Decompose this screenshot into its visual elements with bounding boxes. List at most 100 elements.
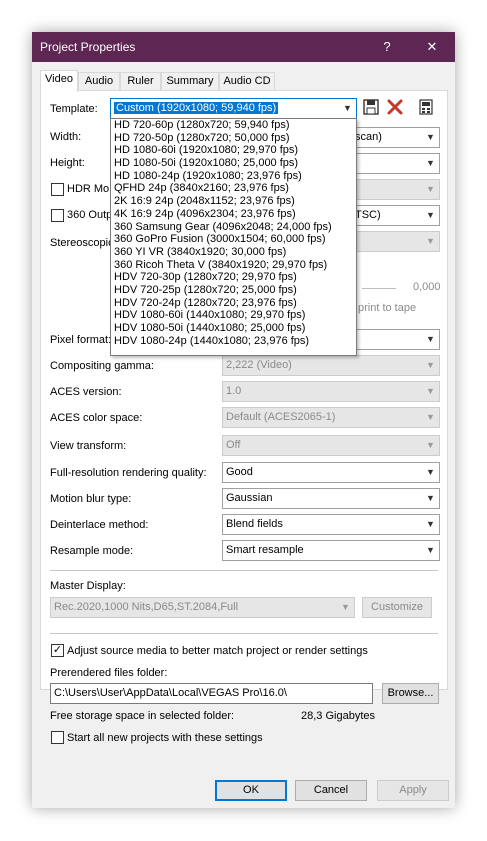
chevron-down-icon: ▼ <box>426 545 435 555</box>
pixel-format-combo[interactable]: ▼ <box>352 329 440 350</box>
template-option[interactable]: 360 Ricoh Theta V (3840x1920; 29,970 fps… <box>111 259 356 272</box>
compositing-gamma-value: 2,222 (Video) <box>226 359 292 371</box>
aces-version-label: ACES version: <box>50 386 122 398</box>
template-option[interactable]: HD 1080-60i (1920x1080; 29,970 fps) <box>111 144 356 157</box>
tab-summary[interactable]: Summary <box>161 72 219 91</box>
help-button[interactable]: ? <box>364 32 410 62</box>
view-transform-label: View transform: <box>50 440 127 452</box>
view-transform-value: Off <box>226 439 241 451</box>
crosstalk-slider-track[interactable] <box>362 288 396 289</box>
template-option[interactable]: HDV 1080-60i (1440x1080; 29,970 fps) <box>111 309 356 322</box>
width-label: Width: <box>50 131 82 143</box>
output-rotation-combo[interactable]: ▼ <box>352 179 440 200</box>
resample-mode-value: Smart resample <box>226 544 304 556</box>
apply-button[interactable]: Apply <box>377 780 449 801</box>
rendering-quality-combo[interactable]: Good ▼ <box>222 462 440 483</box>
adjust-source-media-label: Adjust source media to better match proj… <box>67 645 368 657</box>
chevron-down-icon: ▼ <box>426 334 435 344</box>
template-option[interactable]: HD 1080-24p (1920x1080; 23,976 fps) <box>111 170 356 183</box>
chevron-down-icon: ▼ <box>426 236 435 246</box>
resample-mode-label: Resample mode: <box>50 545 134 557</box>
rendering-quality-label: Full-resolution rendering quality: <box>50 467 207 479</box>
360-output-checkbox[interactable] <box>51 209 64 222</box>
chevron-down-icon: ▼ <box>426 519 435 529</box>
template-label: Template: <box>50 103 98 115</box>
save-template-icon[interactable] <box>362 98 380 116</box>
template-selected-value: Custom (1920x1080; 59,940 fps) <box>114 102 279 114</box>
deinterlace-value: Blend fields <box>226 518 283 530</box>
adjust-source-media-checkbox[interactable]: ✓ <box>51 644 64 657</box>
ok-button[interactable]: OK <box>215 780 287 801</box>
tab-ruler[interactable]: Ruler <box>120 72 161 91</box>
template-option[interactable]: HDV 720-25p (1280x720; 25,000 fps) <box>111 284 356 297</box>
hdr-mode-label: HDR Mo <box>67 183 110 195</box>
template-option[interactable]: 360 YI VR (3840x1920; 30,000 fps) <box>111 246 356 259</box>
template-dropdown-list: HD 720-60p (1280x720; 59,940 fps) HD 720… <box>110 118 357 356</box>
project-properties-dialog: Project Properties ? ✕ Video Audio Ruler… <box>32 32 455 808</box>
resample-mode-combo[interactable]: Smart resample ▼ <box>222 540 440 561</box>
chevron-down-icon: ▼ <box>343 103 352 113</box>
cancel-button[interactable]: Cancel <box>295 780 367 801</box>
template-option[interactable]: HDV 1080-24p (1440x1080; 23,976 fps) <box>111 335 356 348</box>
prerendered-folder-input[interactable]: C:\Users\User\AppData\Local\VEGAS Pro\16… <box>50 683 373 704</box>
template-combo[interactable]: Custom (1920x1080; 59,940 fps) ▼ <box>110 98 357 119</box>
motion-blur-label: Motion blur type: <box>50 493 132 505</box>
hdr-mode-checkbox[interactable] <box>51 183 64 196</box>
motion-blur-value: Gaussian <box>226 492 273 504</box>
chevron-down-icon: ▼ <box>426 386 435 396</box>
template-option[interactable]: HD 720-60p (1280x720; 59,940 fps) <box>111 119 356 132</box>
start-all-projects-label: Start all new projects with these settin… <box>67 732 263 744</box>
dialog-title: Project Properties <box>40 40 136 54</box>
compositing-gamma-combo[interactable]: 2,222 (Video) ▼ <box>222 355 440 376</box>
master-display-value: Rec.2020,1000 Nits,D65,ST.2084,Full <box>54 601 239 613</box>
chevron-down-icon: ▼ <box>426 132 435 142</box>
template-option[interactable]: HD 720-50p (1280x720; 50,000 fps) <box>111 132 356 145</box>
tab-audio-cd[interactable]: Audio CD <box>219 72 275 91</box>
template-option[interactable]: 4K 16:9 24p (4096x2304; 23,976 fps) <box>111 208 356 221</box>
template-option[interactable]: HDV 1080-50i (1440x1080; 25,000 fps) <box>111 322 356 335</box>
template-option[interactable]: QFHD 24p (3840x2160; 23,976 fps) <box>111 182 356 195</box>
motion-blur-combo[interactable]: Gaussian ▼ <box>222 488 440 509</box>
stereoscopic-label: Stereoscopic <box>50 237 114 249</box>
template-option[interactable]: 360 Samsung Gear (4096x2048; 24,000 fps) <box>111 221 356 234</box>
aces-color-space-combo[interactable]: Default (ACES2065-1) ▼ <box>222 407 440 428</box>
prerendered-folder-label: Prerendered files folder: <box>50 667 168 679</box>
template-option[interactable]: HD 1080-50i (1920x1080; 25,000 fps) <box>111 157 356 170</box>
delete-template-icon[interactable] <box>386 98 404 116</box>
title-bar: Project Properties ? ✕ <box>32 32 455 62</box>
template-option[interactable]: HDV 720-24p (1280x720; 23,976 fps) <box>111 297 356 310</box>
customize-button[interactable]: Customize <box>362 597 432 618</box>
crosstalk-value: 0,000 <box>413 281 441 293</box>
deinterlace-combo[interactable]: Blend fields ▼ <box>222 514 440 535</box>
match-media-icon[interactable] <box>417 98 435 116</box>
frame-rate-value: TSC) <box>355 209 381 221</box>
360-output-label: 360 Outp <box>67 209 113 221</box>
field-order-combo[interactable]: scan) ▼ <box>352 127 440 148</box>
start-all-projects-checkbox[interactable] <box>51 731 64 744</box>
aces-version-combo[interactable]: 1.0 ▼ <box>222 381 440 402</box>
template-option[interactable]: 2K 16:9 24p (2048x1152; 23,976 fps) <box>111 195 356 208</box>
free-storage-value: 28,3 Gigabytes <box>301 710 375 722</box>
stereoscopic-mode-combo[interactable]: ▼ <box>352 231 440 252</box>
compositing-gamma-label: Compositing gamma: <box>50 360 154 372</box>
chevron-down-icon: ▼ <box>426 184 435 194</box>
field-order-value: scan) <box>355 131 382 143</box>
divider <box>50 570 438 571</box>
chevron-down-icon: ▼ <box>341 602 350 612</box>
template-option[interactable]: HDV 720-30p (1280x720; 29,970 fps) <box>111 271 356 284</box>
close-button[interactable]: ✕ <box>409 32 455 62</box>
pixel-aspect-combo[interactable]: ▼ <box>352 153 440 174</box>
chevron-down-icon: ▼ <box>426 493 435 503</box>
view-transform-combo[interactable]: Off ▼ <box>222 435 440 456</box>
divider <box>50 633 438 634</box>
tab-audio[interactable]: Audio <box>78 72 120 91</box>
tab-video[interactable]: Video <box>40 70 78 92</box>
template-option[interactable]: 360 GoPro Fusion (3000x1504; 60,000 fps) <box>111 233 356 246</box>
chevron-down-icon: ▼ <box>426 412 435 422</box>
frame-rate-combo[interactable]: TSC) ▼ <box>352 205 440 226</box>
chevron-down-icon: ▼ <box>426 158 435 168</box>
aces-color-space-value: Default (ACES2065-1) <box>226 411 336 423</box>
master-display-combo[interactable]: Rec.2020,1000 Nits,D65,ST.2084,Full ▼ <box>50 597 355 618</box>
master-display-label: Master Display: <box>50 580 126 592</box>
browse-button[interactable]: Browse... <box>382 683 439 704</box>
